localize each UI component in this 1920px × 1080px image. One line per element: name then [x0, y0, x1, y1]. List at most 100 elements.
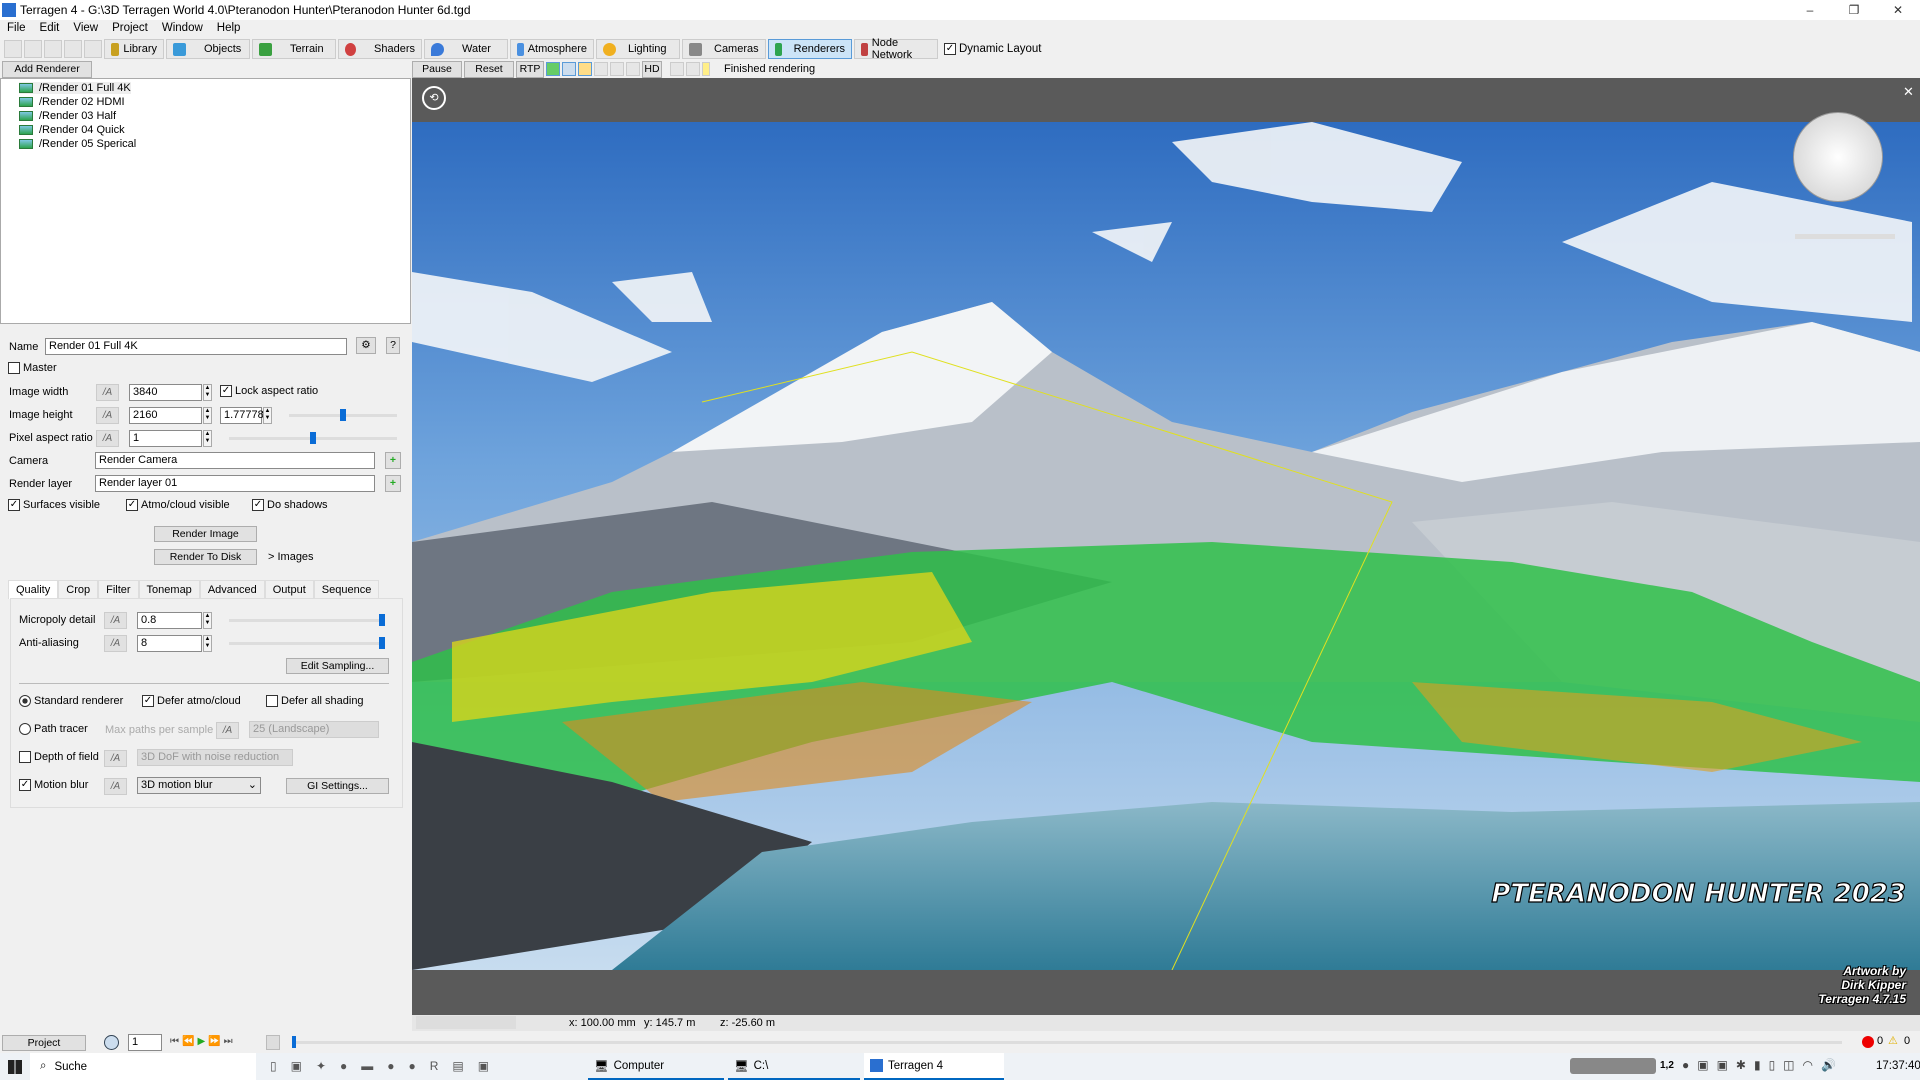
render-to-disk-button[interactable]: Render To Disk: [154, 549, 257, 565]
timeline-slider[interactable]: [292, 1036, 1842, 1048]
preview-object-icon[interactable]: [610, 62, 624, 76]
name-input[interactable]: Render 01 Full 4K: [45, 338, 347, 355]
images-link[interactable]: > Images: [268, 551, 314, 563]
pause-button[interactable]: Pause: [412, 60, 462, 78]
cameras-button[interactable]: Cameras: [682, 39, 766, 59]
aspect-ratio-slider[interactable]: [289, 409, 397, 421]
preview-light-icon[interactable]: [594, 62, 608, 76]
add-camera-icon[interactable]: +: [385, 452, 401, 469]
search-box[interactable]: ⌕ Suche: [30, 1053, 256, 1080]
dynamic-layout-checkbox[interactable]: ✓ Dynamic Layout: [944, 43, 1041, 55]
rtp-button[interactable]: RTP: [516, 60, 544, 78]
pixel-aspect-slider[interactable]: [229, 432, 397, 444]
orbit-control[interactable]: [1793, 112, 1883, 202]
render-image-button[interactable]: Render Image: [154, 526, 257, 542]
taskbar-app-terragen[interactable]: Terragen 4: [864, 1053, 1004, 1080]
motion-blur-checkbox[interactable]: ✓ Motion blur: [19, 779, 88, 791]
preview-cloud-icon[interactable]: [562, 62, 576, 76]
media-player-widget[interactable]: [1570, 1058, 1656, 1074]
tab-crop[interactable]: Crop: [58, 580, 99, 599]
renderers-button[interactable]: Renderers: [768, 39, 852, 59]
slider-thumb[interactable]: [292, 1036, 296, 1048]
system-tray-icons[interactable]: ●▣▣✱▮▯◫◠🔊: [1682, 1058, 1844, 1072]
pick-icon[interactable]: [686, 62, 700, 76]
atmosphere-button[interactable]: Atmosphere: [510, 39, 594, 59]
anti-aliasing-input[interactable]: 8: [137, 635, 202, 652]
camera-input[interactable]: Render Camera: [95, 452, 375, 469]
tab-tonemap[interactable]: Tonemap: [138, 580, 200, 599]
add-layer-icon[interactable]: +: [385, 475, 401, 492]
terrain-button[interactable]: Terrain: [252, 39, 336, 59]
pixel-aspect-spinner[interactable]: ▲ ▼: [203, 430, 212, 447]
pinned-apps-icons[interactable]: ▯▣✦●▬●●R▤▣: [270, 1059, 503, 1073]
taskbar-app-c-drive[interactable]: 🖥 C:\: [728, 1053, 860, 1080]
function-icon[interactable]: /A: [96, 430, 119, 447]
renderer-item[interactable]: /Render 01 Full 4K: [19, 82, 131, 94]
renderer-item[interactable]: /Render 05 Sperical: [19, 138, 136, 150]
menu-help[interactable]: Help: [210, 20, 248, 38]
objects-button[interactable]: Objects: [166, 39, 250, 59]
project-settings-button[interactable]: Project Settings...: [2, 1035, 86, 1064]
slider-thumb[interactable]: [310, 432, 316, 444]
function-icon[interactable]: /A: [104, 750, 127, 767]
node-network-button[interactable]: Node Network: [854, 37, 938, 61]
surfaces-visible-checkbox[interactable]: ✓ Surfaces visible: [8, 499, 100, 511]
depth-of-field-checkbox[interactable]: Depth of field: [19, 751, 99, 763]
open-file-icon[interactable]: [24, 40, 42, 58]
new-file-icon[interactable]: [4, 40, 22, 58]
aspect-ratio-spinner[interactable]: ▲ ▼: [263, 407, 272, 424]
clock-icon[interactable]: [104, 1035, 119, 1050]
gi-settings-button[interactable]: GI Settings...: [286, 778, 389, 794]
renderer-item[interactable]: /Render 04 Quick: [19, 124, 125, 136]
image-width-spinner[interactable]: ▲ ▼: [203, 384, 212, 401]
function-icon[interactable]: /A: [104, 612, 127, 629]
navigation-widget[interactable]: ✕: [1765, 84, 1915, 244]
renderer-item[interactable]: /Render 03 Half: [19, 110, 116, 122]
help-button[interactable]: ?: [386, 337, 400, 354]
atmo-visible-checkbox[interactable]: ✓ Atmo/cloud visible: [126, 499, 230, 511]
dof-mode-select[interactable]: 3D DoF with noise reduction: [137, 749, 293, 766]
aspect-ratio-input[interactable]: 1.77778: [220, 407, 264, 424]
preview-sun-icon[interactable]: [578, 62, 592, 76]
defer-atmo-checkbox[interactable]: ✓ Defer atmo/cloud: [142, 695, 241, 707]
water-button[interactable]: Water: [424, 39, 508, 59]
edit-sampling-button[interactable]: Edit Sampling...: [286, 658, 389, 674]
do-shadows-checkbox[interactable]: ✓ Do shadows: [252, 499, 328, 511]
marker-icon[interactable]: [702, 62, 710, 76]
maximize-button[interactable]: ❐: [1832, 0, 1876, 20]
render-icon[interactable]: [64, 40, 82, 58]
menu-file[interactable]: File: [0, 20, 33, 38]
preview-sphere-icon[interactable]: [546, 62, 560, 76]
slider-thumb[interactable]: [379, 637, 385, 649]
minimize-button[interactable]: –: [1788, 0, 1832, 20]
function-icon[interactable]: /A: [104, 635, 127, 652]
renderer-item[interactable]: /Render 02 HDMI: [19, 96, 125, 108]
anti-aliasing-slider[interactable]: [229, 637, 385, 649]
menu-project[interactable]: Project: [105, 20, 155, 38]
hd-button[interactable]: HD: [642, 60, 662, 78]
function-icon[interactable]: /A: [104, 778, 127, 795]
render-layer-input[interactable]: Render layer 01: [95, 475, 375, 492]
function-icon[interactable]: /A: [96, 384, 119, 401]
save-icon[interactable]: [44, 40, 62, 58]
playback-controls[interactable]: ⏮⏪▶⏩⏭: [170, 1036, 236, 1047]
add-renderer-button[interactable]: Add Renderer: [2, 61, 92, 78]
function-icon[interactable]: /A: [96, 407, 119, 424]
menu-window[interactable]: Window: [155, 20, 210, 38]
master-checkbox[interactable]: Master: [8, 362, 57, 374]
tab-filter[interactable]: Filter: [98, 580, 139, 599]
preview-detail-icon[interactable]: [626, 62, 640, 76]
camera-sync-icon[interactable]: ⟲: [422, 86, 446, 110]
reset-button[interactable]: Reset: [464, 60, 514, 78]
brush-icon[interactable]: [670, 62, 684, 76]
menu-view[interactable]: View: [66, 20, 105, 38]
3d-preview-icon[interactable]: [84, 40, 102, 58]
micropoly-spinner[interactable]: ▲ ▼: [203, 612, 212, 629]
speed-slider[interactable]: [1795, 234, 1895, 239]
motion-blur-select[interactable]: 3D motion blur ⌄: [137, 777, 261, 794]
image-height-input[interactable]: 2160: [129, 407, 202, 424]
pixel-aspect-input[interactable]: 1: [129, 430, 202, 447]
tab-sequence[interactable]: Sequence: [313, 580, 380, 599]
max-paths-select[interactable]: 25 (Landscape): [249, 721, 379, 738]
shaders-button[interactable]: Shaders: [338, 39, 422, 59]
